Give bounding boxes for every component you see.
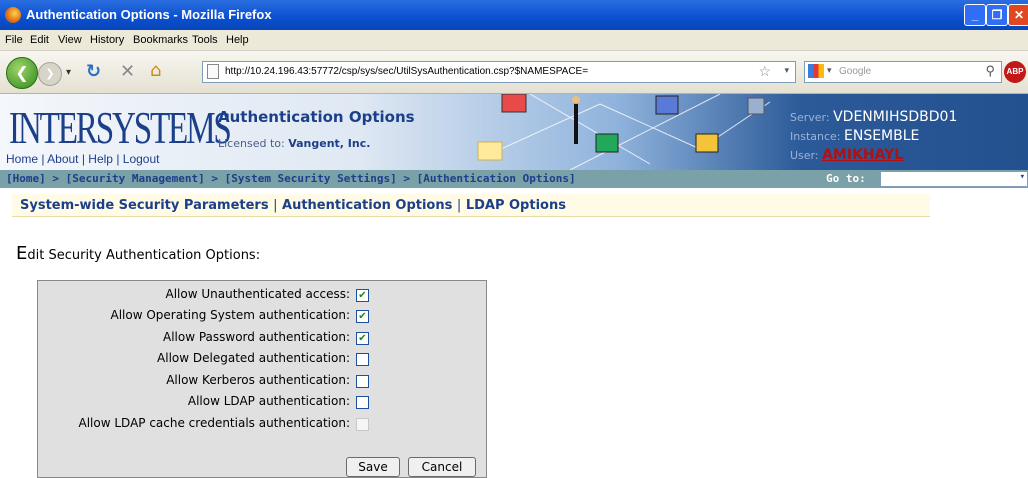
menu-file[interactable]: File [5, 34, 23, 46]
page-icon [207, 64, 219, 79]
about-link[interactable]: About [47, 152, 78, 166]
breadcrumb-system-security-settings[interactable]: [System Security Settings] [225, 172, 397, 185]
menu-view[interactable]: View [58, 34, 82, 46]
server-label: Server: [790, 111, 830, 124]
save-button[interactable]: Save [346, 457, 400, 477]
menu-history[interactable]: History [90, 34, 124, 46]
license-info: Licensed to: Vangent, Inc. [218, 137, 370, 150]
menu-bookmarks[interactable]: Bookmarks [133, 34, 188, 46]
instance-value: ENSEMBLE [844, 128, 920, 144]
home-link[interactable]: Home [6, 152, 38, 166]
help-link[interactable]: Help [88, 152, 113, 166]
search-icon[interactable]: ⚲ [985, 63, 995, 79]
url-text: http://10.24.196.43:57772/csp/sys/sec/Ut… [225, 66, 589, 77]
row-ldap-cache-label: Allow LDAP cache credentials authenticat… [78, 416, 351, 430]
header-links: Home | About | Help | Logout [6, 152, 160, 166]
home-icon[interactable]: ⌂ [150, 60, 161, 81]
cancel-button[interactable]: Cancel [408, 457, 476, 477]
window-title-bar: Authentication Options - Mozilla Firefox… [0, 0, 1028, 30]
subnav-ldap-options[interactable]: LDAP Options [466, 198, 566, 213]
os-auth-checkbox[interactable]: ✔ [356, 310, 369, 323]
row-delegated-auth-label: Allow Delegated authentication: [157, 351, 350, 365]
subnav-separator: | [456, 198, 462, 213]
reload-icon[interactable]: ↻ [86, 61, 101, 82]
goto-label: Go to: [826, 172, 866, 185]
user-label: User: [790, 149, 819, 162]
history-dropdown-icon[interactable]: ▾ [66, 67, 71, 78]
breadcrumb-authentication-options[interactable]: [Authentication Options] [417, 172, 576, 185]
menu-edit[interactable]: Edit [30, 34, 49, 46]
ldap-auth-checkbox[interactable] [356, 396, 369, 409]
unauthenticated-checkbox[interactable]: ✔ [356, 289, 369, 302]
delegated-auth-checkbox[interactable] [356, 353, 369, 366]
instance-label: Instance: [790, 130, 841, 143]
user-value[interactable]: AMIKHAYL [822, 147, 903, 163]
ldap-cache-checkbox [356, 418, 369, 431]
form-heading: Edit Security Authentication Options: [16, 243, 260, 264]
goto-select[interactable]: ▾ [880, 171, 1028, 187]
chevron-down-icon: ▾ [1019, 172, 1025, 182]
row-ldap-auth-label: Allow LDAP authentication: [187, 394, 350, 408]
row-unauthenticated-label: Allow Unauthenticated access: [165, 287, 350, 301]
search-placeholder: Google [839, 66, 872, 77]
network-illustration [477, 94, 771, 170]
close-button[interactable]: ✕ [1008, 4, 1028, 26]
firefox-icon [5, 7, 21, 23]
server-info: Server: VDENMIHSDBD01 Instance: ENSEMBLE… [790, 108, 957, 165]
navigation-toolbar: ❮ ❯ ▾ ↻ ✕ ⌂ http://10.24.196.43:57772/cs… [0, 51, 1028, 94]
licensed-value: Vangent, Inc. [288, 137, 371, 150]
breadcrumb-separator: > [204, 172, 225, 185]
url-dropdown-icon[interactable]: ▾ [784, 65, 789, 76]
subnav-system-wide-security-parameters[interactable]: System-wide Security Parameters [20, 198, 269, 213]
breadcrumb-security-management[interactable]: [Security Management] [66, 172, 205, 185]
licensed-label: Licensed to: [218, 137, 285, 150]
page-title: Authentication Options [218, 108, 415, 126]
search-box[interactable]: ▾ Google ⚲ [804, 61, 1002, 83]
menu-bar: File Edit View History Bookmarks Tools H… [0, 30, 1028, 51]
menu-tools[interactable]: Tools [192, 34, 218, 46]
form-heading-text: dit Security Authentication Options: [27, 248, 261, 263]
subnav-separator: | [273, 198, 278, 213]
password-auth-checkbox[interactable]: ✔ [356, 332, 369, 345]
back-button[interactable]: ❮ [6, 57, 38, 89]
breadcrumb-home[interactable]: [Home] [6, 172, 46, 185]
adblock-icon[interactable]: ABP [1004, 61, 1026, 83]
intersystems-logo: INTERSYSTEMS [9, 102, 232, 153]
address-bar[interactable]: http://10.24.196.43:57772/csp/sys/sec/Ut… [202, 61, 796, 83]
window-title: Authentication Options - Mozilla Firefox [26, 7, 272, 22]
form-heading-initial: E [16, 243, 28, 264]
options-subnav: System-wide Security Parameters | Authen… [12, 194, 930, 217]
breadcrumb: [Home] > [Security Management] > [System… [0, 170, 1028, 188]
maximize-button[interactable]: ❐ [986, 4, 1008, 26]
subnav-authentication-options[interactable]: Authentication Options [282, 198, 452, 213]
server-value: VDENMIHSDBD01 [833, 109, 958, 125]
row-os-auth-label: Allow Operating System authentication: [110, 308, 351, 322]
forward-button[interactable]: ❯ [38, 62, 62, 86]
minimize-button[interactable]: _ [964, 4, 986, 26]
breadcrumb-separator: > [396, 172, 417, 185]
menu-help[interactable]: Help [226, 34, 249, 46]
row-password-auth-label: Allow Password authentication: [163, 330, 350, 344]
kerberos-auth-checkbox[interactable] [356, 375, 369, 388]
breadcrumb-separator: > [45, 172, 66, 185]
logout-link[interactable]: Logout [123, 152, 160, 166]
bookmark-star-icon[interactable]: ☆ [758, 63, 771, 80]
row-kerberos-auth-label: Allow Kerberos authentication: [166, 373, 350, 387]
page-header: INTERSYSTEMS Home | About | Help | Logou… [0, 94, 1028, 170]
search-engine-dropdown-icon[interactable]: ▾ [827, 65, 832, 76]
stop-icon[interactable]: ✕ [120, 61, 135, 82]
search-engine-icon[interactable] [808, 64, 824, 78]
authentication-options-form: Allow Unauthenticated access: ✔ Allow Op… [37, 280, 487, 478]
